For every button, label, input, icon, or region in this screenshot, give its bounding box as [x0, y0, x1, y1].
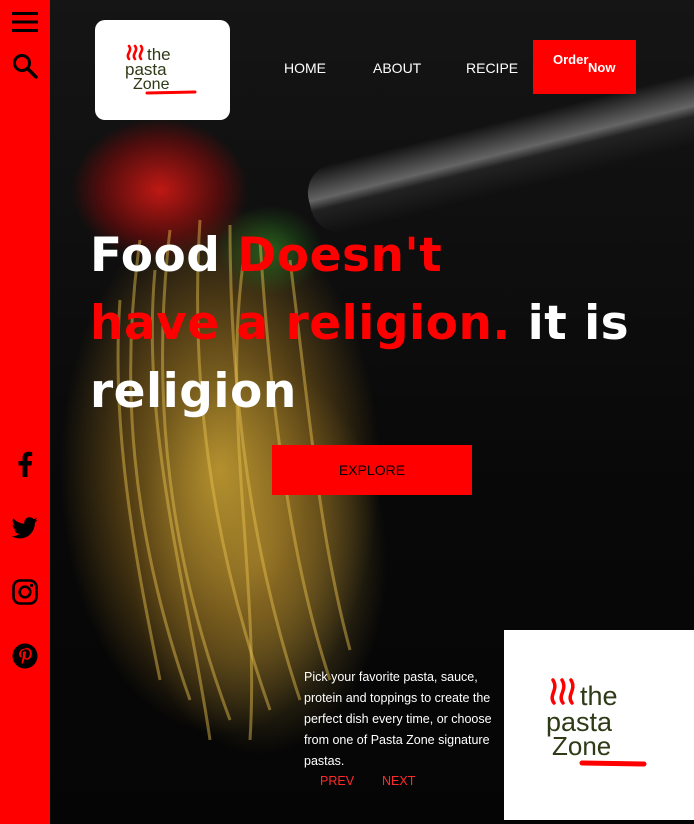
prev-button[interactable]: PREV — [320, 774, 354, 788]
menu-icon[interactable] — [11, 8, 39, 36]
facebook-icon[interactable] — [11, 450, 39, 478]
explore-button[interactable]: EXPLORE — [272, 445, 472, 495]
nav-about[interactable]: ABOUT — [373, 60, 421, 76]
svg-text:Zone: Zone — [133, 76, 170, 93]
pasta-zone-logo: the pasta Zone — [546, 678, 647, 767]
nav-recipe[interactable]: RECIPE — [466, 60, 518, 76]
next-button[interactable]: NEXT — [382, 774, 415, 788]
headline-part: religion — [90, 364, 297, 419]
order-now-button[interactable]: Order Now — [533, 40, 636, 94]
svg-text:Zone: Zone — [552, 731, 611, 761]
slide-logo-card: the pasta Zone — [504, 630, 694, 820]
twitter-icon[interactable] — [11, 514, 39, 542]
instagram-icon[interactable] — [11, 578, 39, 606]
search-icon[interactable] — [11, 52, 39, 80]
headline-part: Food — [90, 228, 238, 283]
nav-home[interactable]: HOME — [284, 60, 326, 76]
pinterest-icon[interactable] — [11, 642, 39, 670]
headline-highlight: have a religion. — [90, 296, 511, 351]
sidebar — [0, 0, 50, 824]
now-label: Now — [588, 60, 616, 75]
slide-description: Pick your favorite pasta, sauce, protein… — [304, 670, 492, 768]
headline-part: it is — [510, 296, 630, 351]
headline-highlight: Doesn't — [237, 228, 443, 283]
header-logo[interactable]: the pasta Zone — [95, 20, 230, 120]
pasta-zone-logo: the pasta Zone — [125, 44, 196, 95]
order-label: Order — [553, 52, 589, 67]
hero-headline: Food Doesn't have a religion. it is reli… — [90, 222, 650, 426]
